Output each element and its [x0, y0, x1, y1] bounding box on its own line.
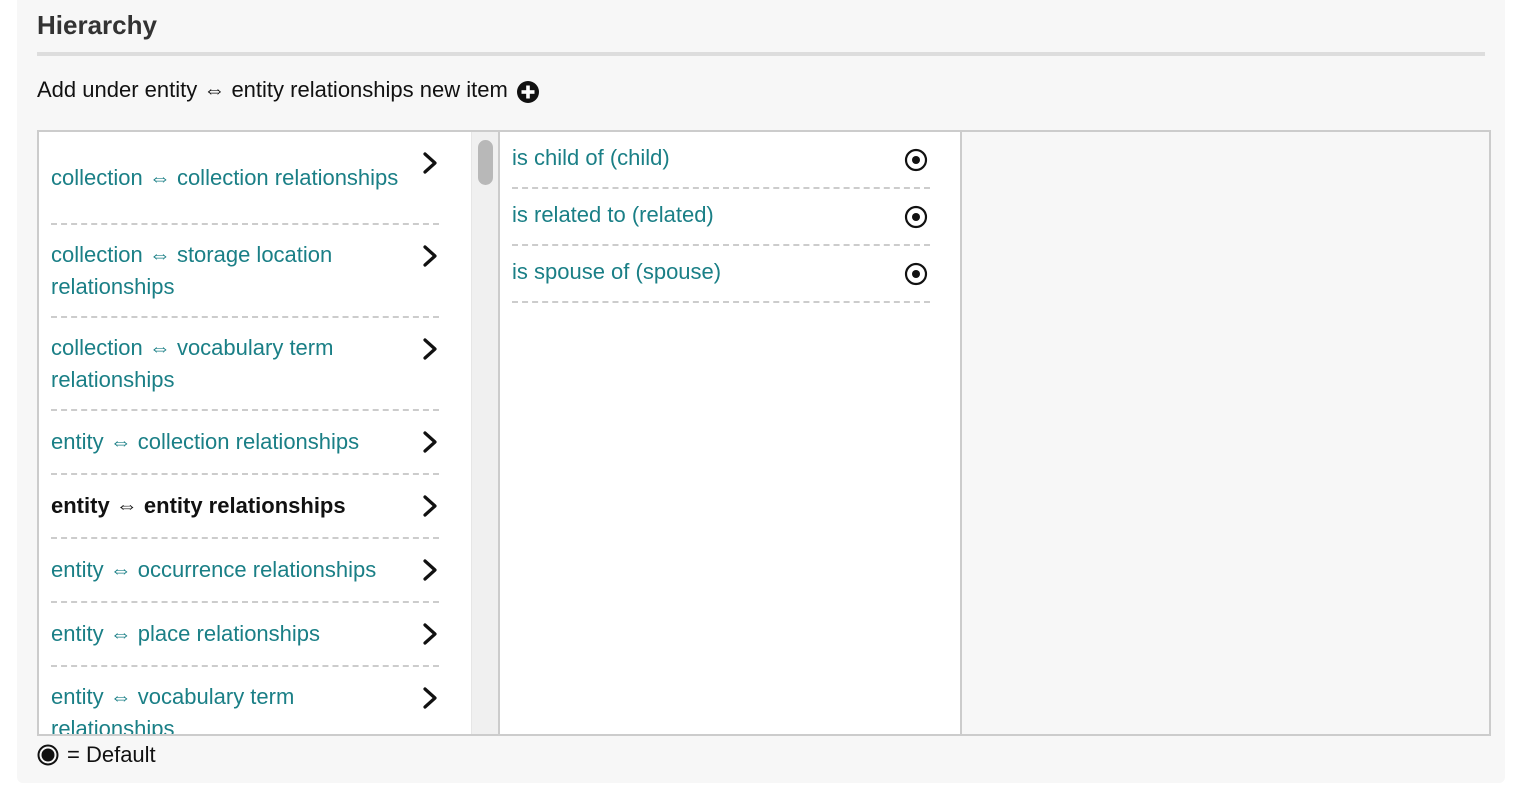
add-item-text: Add under entity ⇔ entity relationships … [37, 77, 508, 102]
radio-default-icon[interactable] [904, 205, 928, 229]
list-item[interactable]: entity ⇔ collection relationships [51, 411, 439, 475]
list-item[interactable]: entity ⇔ occurrence relationships [51, 539, 439, 603]
column-relationship-types: is child of (child) is related to (relat… [500, 132, 962, 734]
hierarchy-browser: collection ⇔ collection relationships co… [37, 130, 1491, 736]
list-item[interactable]: entity ⇔ vocabulary term relationships [51, 667, 439, 734]
chevron-right-icon [423, 338, 437, 360]
legend-text: = Default [67, 742, 156, 767]
scrollbar-thumb[interactable] [478, 140, 493, 185]
chevron-right-icon [423, 623, 437, 645]
list-item[interactable]: is related to (related) [512, 189, 930, 246]
column-empty [962, 132, 1489, 734]
relationship-list: is child of (child) is related to (relat… [512, 132, 930, 303]
list-item-label: is spouse of (spouse) [512, 258, 722, 284]
chevron-right-icon [423, 152, 437, 174]
list-item-label: entity ⇔ occurrence relationships [51, 557, 377, 582]
radio-default-icon[interactable] [904, 148, 928, 172]
plus-circle-icon [516, 81, 539, 103]
chevron-right-icon [423, 495, 437, 517]
list-item-selected[interactable]: entity ⇔ entity relationships [51, 475, 439, 539]
list-item[interactable]: is child of (child) [512, 132, 930, 189]
default-legend: = Default [37, 742, 156, 768]
radio-default-icon[interactable] [904, 262, 928, 286]
filled-circle-icon [37, 744, 59, 766]
list-item-label: entity ⇔ entity relationships [51, 493, 346, 518]
list-item[interactable]: collection ⇔ collection relationships [51, 132, 439, 225]
chevron-right-icon [423, 687, 437, 709]
list-item-label: is related to (related) [512, 201, 714, 227]
column-types: collection ⇔ collection relationships co… [39, 132, 471, 734]
page-title: Hierarchy [37, 10, 157, 40]
type-list: collection ⇔ collection relationships co… [51, 132, 439, 734]
list-item[interactable]: entity ⇔ place relationships [51, 603, 439, 667]
add-item-button[interactable] [516, 80, 540, 104]
hierarchy-panel: Hierarchy Add under entity ⇔ entity rela… [17, 0, 1505, 783]
list-item-label: entity ⇔ place relationships [51, 621, 321, 646]
chevron-right-icon [423, 559, 437, 581]
chevron-right-icon [423, 431, 437, 453]
scrollbar-track[interactable] [471, 132, 500, 734]
list-item-label: entity ⇔ collection relationships [51, 429, 360, 454]
add-item-line: Add under entity ⇔ entity relationships … [37, 76, 540, 104]
list-item[interactable]: collection ⇔ vocabulary term relationshi… [51, 318, 439, 411]
list-item-label: entity ⇔ vocabulary term relationships [51, 683, 295, 735]
list-item-label: is child of (child) [512, 144, 670, 170]
list-item-label: collection ⇔ vocabulary term relationshi… [51, 334, 334, 392]
title-divider [37, 52, 1485, 56]
list-item-label: collection ⇔ collection relationships [51, 164, 399, 190]
list-item[interactable]: collection ⇔ storage location relationsh… [51, 225, 439, 318]
list-item-label: collection ⇔ storage location relationsh… [51, 241, 333, 299]
list-item[interactable]: is spouse of (spouse) [512, 246, 930, 303]
chevron-right-icon [423, 245, 437, 267]
